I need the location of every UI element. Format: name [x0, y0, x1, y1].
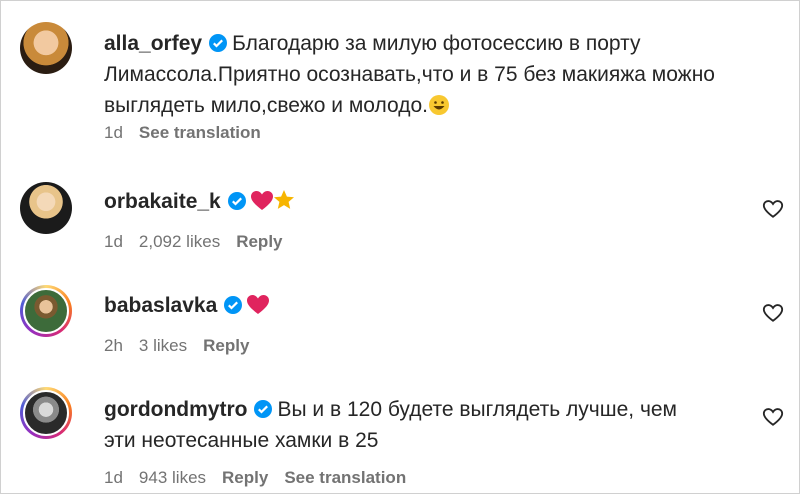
comment-meta: 1d 943 likes Reply See translation	[104, 468, 422, 488]
likes-count[interactable]: 3 likes	[139, 336, 187, 355]
verified-badge-icon	[209, 34, 228, 52]
comment-orbakaite-k: orbakaite_k 1d 2,092 likes Reply	[0, 160, 800, 270]
likes-count[interactable]: 943 likes	[139, 468, 206, 487]
heart-outline-icon[interactable]	[762, 406, 784, 428]
timestamp: 1d	[104, 468, 123, 487]
grinning-face-icon	[429, 95, 449, 115]
comment-text-line: эти неотесанные хамки в 25	[104, 429, 379, 452]
see-translation-link[interactable]: See translation	[284, 468, 406, 487]
reply-button[interactable]: Reply	[203, 336, 249, 355]
username[interactable]: babaslavka	[104, 294, 217, 317]
avatar[interactable]	[20, 22, 72, 74]
heart-outline-icon[interactable]	[762, 302, 784, 324]
reply-button[interactable]: Reply	[236, 232, 282, 251]
red-heart-icon	[247, 295, 270, 314]
verified-badge-icon	[254, 400, 273, 418]
comment-alla-orfey: alla_orfey Благодарю за милую фотосессию …	[0, 0, 800, 160]
avatar[interactable]	[20, 182, 72, 234]
likes-count[interactable]: 2,092 likes	[139, 232, 220, 251]
username[interactable]: gordondmytro	[104, 398, 247, 421]
comment-text-line: выглядеть мило,свежо и молодо.	[104, 94, 428, 117]
red-heart-icon	[250, 191, 273, 210]
comment-text-line: Благодарю за милую фотосессию в порту	[232, 32, 641, 55]
heart-outline-icon[interactable]	[762, 198, 784, 220]
timestamp: 1d	[104, 123, 123, 142]
timestamp: 1d	[104, 232, 123, 251]
comment-babaslavka: babaslavka 2h 3 likes Reply	[0, 270, 800, 374]
timestamp: 2h	[104, 336, 123, 355]
avatar-story-ring[interactable]	[20, 285, 72, 337]
comment-meta: 1d 2,092 likes Reply	[104, 232, 299, 252]
comment-meta: 2h 3 likes Reply	[104, 336, 265, 356]
verified-badge-icon	[224, 296, 243, 314]
avatar-story-ring[interactable]	[20, 387, 72, 439]
username[interactable]: alla_orfey	[104, 32, 202, 55]
star-icon	[273, 190, 294, 209]
reply-button[interactable]: Reply	[222, 468, 268, 487]
verified-badge-icon	[227, 192, 246, 210]
username[interactable]: orbakaite_k	[104, 190, 221, 213]
see-translation-link[interactable]: See translation	[139, 123, 261, 142]
comment-gordondmytro: gordondmytro Вы и в 120 будете выглядеть …	[0, 374, 800, 494]
comment-text-line: Лимассола.Приятно осознавать,что и в 75 …	[104, 63, 715, 86]
comment-meta: 1d See translation	[104, 123, 277, 143]
comment-text-line: Вы и в 120 будете выглядеть лучше, чем	[277, 398, 677, 421]
